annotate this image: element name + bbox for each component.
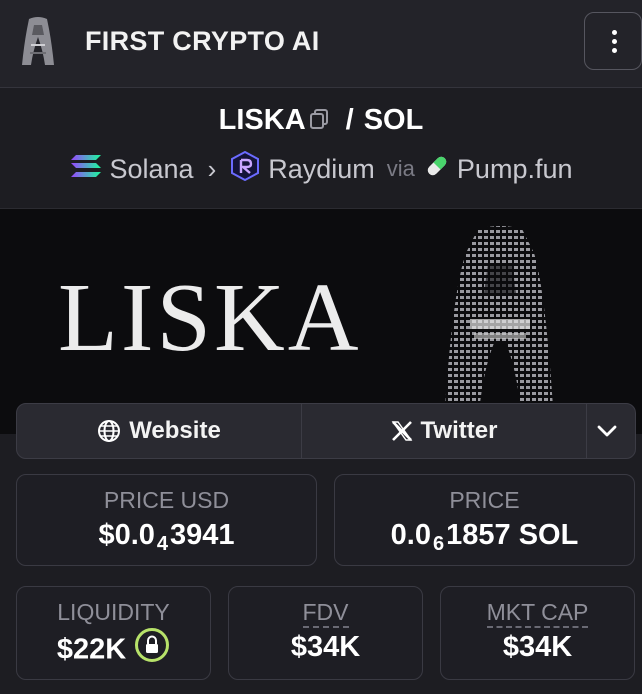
route-breadcrumb: Solana › Raydium via Pump.fun	[0, 150, 642, 188]
app-title: FIRST CRYPTO AI	[85, 26, 320, 56]
price-sol-value: 0.0 61857 SOL	[335, 519, 634, 556]
more-vertical-icon	[612, 30, 617, 35]
dex-link[interactable]: Raydium	[268, 154, 375, 185]
base-token: LISKA	[218, 104, 306, 136]
pill-icon	[425, 154, 449, 185]
price-sol-zero-count: 6	[433, 533, 445, 555]
liquidity-card: LIQUIDITY $22K	[16, 586, 211, 680]
token-logo	[20, 15, 56, 67]
liquidity-label: LIQUIDITY	[57, 599, 170, 625]
chain-link[interactable]: Solana	[110, 154, 194, 185]
top-header: FIRST CRYPTO AI	[0, 0, 642, 88]
price-usd-digits: 3941	[170, 519, 235, 551]
raydium-icon	[230, 150, 260, 188]
lock-icon[interactable]	[134, 627, 170, 671]
price-sol-label: PRICE	[449, 487, 520, 513]
token-banner: LISKA	[0, 208, 642, 434]
price-usd-zero-count: 4	[156, 533, 169, 555]
website-label: Website	[129, 417, 221, 444]
price-usd-label: PRICE USD	[103, 487, 230, 513]
fdv-label-wrap: FDV	[229, 599, 422, 628]
solana-icon	[70, 153, 102, 186]
mkt-cap-label-wrap: MKT CAP	[441, 599, 634, 628]
more-links-button[interactable]	[587, 404, 635, 458]
chevron-down-icon	[597, 425, 617, 437]
more-vertical-icon-dot	[612, 39, 617, 44]
fdv-label[interactable]: FDV	[302, 599, 349, 628]
price-sol-card: PRICE 0.0 61857 SOL	[334, 474, 635, 566]
mkt-cap-card: MKT CAP $34K	[440, 586, 635, 680]
via-label: via	[386, 156, 415, 181]
price-sol-digits: 1857 SOL	[446, 519, 579, 551]
price-usd-prefix: $0.0	[98, 519, 155, 551]
price-usd-value: $0.0 43941	[17, 519, 316, 556]
quote-token: SOL	[363, 104, 424, 136]
ascii-art-figure	[430, 223, 570, 433]
more-vertical-icon-dot	[612, 48, 617, 53]
social-links-bar: Website Twitter	[16, 403, 636, 459]
pair-title: LISKA / SOL	[0, 104, 642, 138]
liquidity-value-row: $22K	[17, 628, 210, 671]
pair-separator: /	[345, 104, 354, 136]
fdv-value: $34K	[290, 631, 361, 663]
price-usd-card: PRICE USD $0.0 43941	[16, 474, 317, 566]
banner-title: LISKA	[58, 264, 362, 372]
chevron-right-icon: ›	[207, 153, 217, 184]
globe-icon	[98, 420, 121, 442]
mkt-cap-value: $34K	[502, 631, 573, 663]
more-menu-button[interactable]	[584, 12, 642, 70]
launchpad-link[interactable]: Pump.fun	[457, 154, 573, 185]
price-sol-prefix: 0.0	[390, 519, 431, 551]
x-logo-icon	[391, 421, 412, 441]
liquidity-value: $22K	[56, 633, 127, 666]
twitter-label: Twitter	[420, 417, 498, 444]
fdv-card: FDV $34K	[228, 586, 423, 680]
copy-icon[interactable]	[308, 105, 330, 138]
twitter-button[interactable]: Twitter	[302, 404, 587, 458]
website-button[interactable]: Website	[17, 404, 302, 458]
mkt-cap-label[interactable]: MKT CAP	[486, 599, 589, 628]
